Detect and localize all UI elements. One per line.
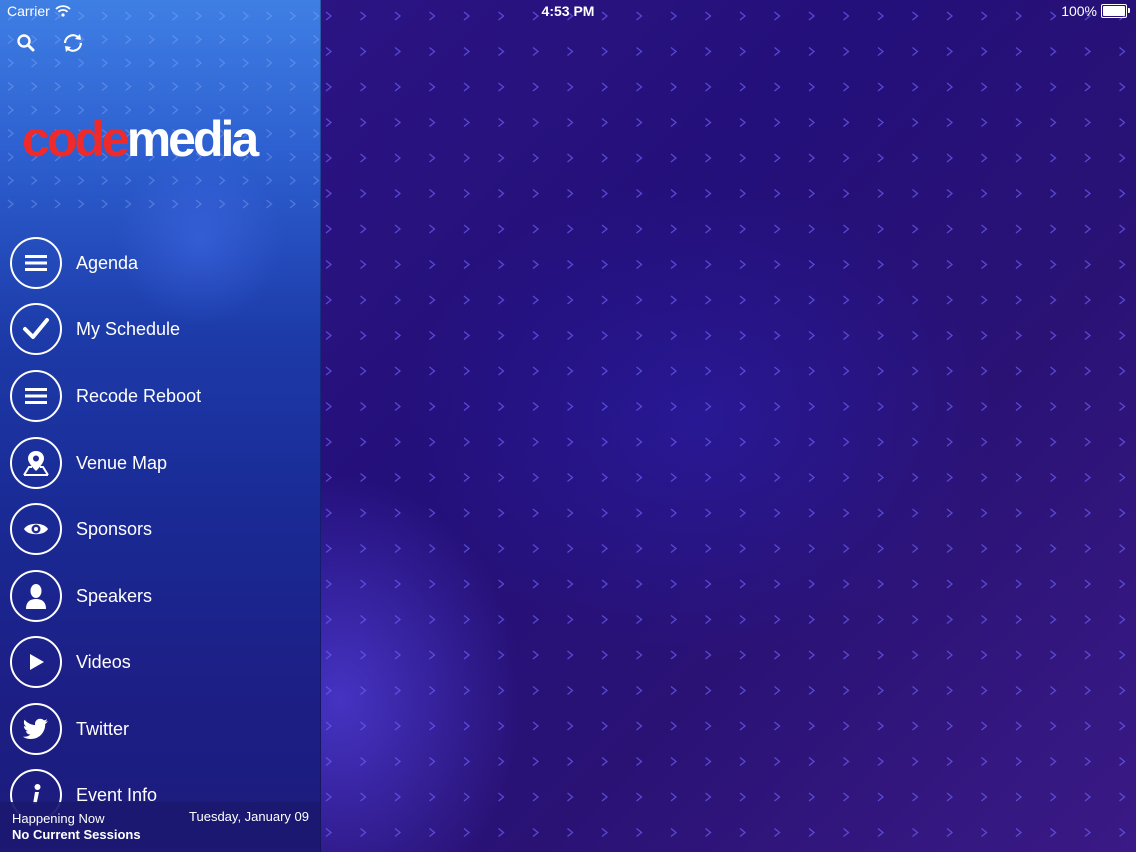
videos-icon-circle bbox=[10, 636, 62, 688]
menu-label: Agenda bbox=[76, 252, 139, 273]
menu-item-venue-map[interactable]: Venue Map bbox=[10, 434, 310, 492]
sidebar-menu: code media Agenda My Schedule Recode Rebo… bbox=[0, 0, 321, 852]
menu-label: Speakers bbox=[76, 585, 153, 606]
battery-indicator: 100% bbox=[1061, 3, 1130, 19]
status-time: 4:53 PM bbox=[541, 3, 595, 19]
eye-icon bbox=[24, 523, 48, 535]
speakers-icon-circle bbox=[10, 570, 62, 622]
search-icon bbox=[17, 34, 35, 52]
my-schedule-icon-circle bbox=[10, 303, 62, 355]
menu-label: Recode Reboot bbox=[76, 385, 202, 406]
twitter-icon bbox=[22, 718, 48, 739]
menu-label: Videos bbox=[76, 651, 131, 672]
codemedia-logo: code media bbox=[22, 110, 259, 167]
current-sessions-status: No Current Sessions bbox=[12, 827, 141, 842]
menu-label: Sponsors bbox=[76, 518, 153, 539]
venue-map-icon-circle bbox=[10, 437, 62, 489]
menu-item-sponsors[interactable]: Sponsors bbox=[10, 500, 310, 558]
play-icon bbox=[30, 654, 44, 670]
menu-item-my-schedule[interactable]: My Schedule bbox=[10, 300, 310, 358]
list-icon bbox=[25, 388, 47, 404]
happening-now-footer: Happening Now No Current Sessions Tuesda… bbox=[0, 802, 320, 852]
battery-icon bbox=[1101, 4, 1130, 18]
menu-item-speakers[interactable]: Speakers bbox=[10, 567, 310, 625]
list-icon bbox=[25, 255, 47, 271]
menu-label: Twitter bbox=[76, 718, 130, 739]
sponsors-icon-circle bbox=[10, 503, 62, 555]
refresh-icon bbox=[63, 34, 83, 52]
chevron-pattern-background bbox=[325, 11, 1126, 838]
map-pin-icon bbox=[23, 451, 49, 476]
battery-percent: 100% bbox=[1061, 3, 1097, 19]
menu-item-videos[interactable]: Videos bbox=[10, 633, 310, 691]
search-button[interactable] bbox=[13, 30, 39, 56]
menu-item-agenda[interactable]: Agenda bbox=[10, 234, 310, 292]
agenda-icon-circle bbox=[10, 237, 62, 289]
logo-media-text: media bbox=[126, 111, 260, 167]
refresh-button[interactable] bbox=[60, 30, 86, 56]
logo-code-text: code bbox=[22, 111, 130, 167]
current-date: Tuesday, January 09 bbox=[189, 809, 309, 824]
menu-item-recode-reboot[interactable]: Recode Reboot bbox=[10, 367, 310, 425]
menu-label: Venue Map bbox=[76, 452, 168, 473]
twitter-icon-circle bbox=[10, 703, 62, 755]
person-icon bbox=[26, 584, 46, 609]
menu-item-twitter[interactable]: Twitter bbox=[10, 700, 310, 758]
checkmark-icon bbox=[23, 318, 49, 339]
menu-label: My Schedule bbox=[76, 318, 181, 339]
recode-reboot-icon-circle bbox=[10, 370, 62, 422]
happening-now-label: Happening Now bbox=[12, 811, 105, 826]
